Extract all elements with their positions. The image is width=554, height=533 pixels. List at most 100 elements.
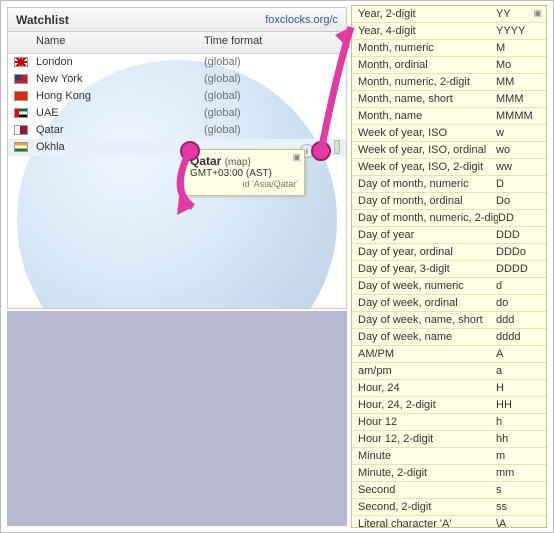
format-token-row[interactable]: Year, 2-digitYY (352, 6, 546, 23)
format-token-value: mm (496, 465, 546, 481)
format-token-row[interactable]: Day of week, namedddd (352, 329, 546, 346)
watchlist-row-hong-kong[interactable]: Hong Kong (global) (8, 88, 346, 105)
format-token-label: am/pm (352, 363, 496, 379)
format-token-row[interactable]: Week of year, ISO, 2-digitww (352, 159, 546, 176)
format-token-row[interactable]: Hour, 24, 2-digitHH (352, 397, 546, 414)
format-token-label: Literal character 'A' (352, 516, 496, 528)
drag-handle-icon[interactable] (334, 140, 340, 154)
format-token-value: DDDo (496, 244, 546, 260)
format-token-label: Month, numeric (352, 40, 496, 56)
format-token-row[interactable]: Day of month, ordinalDo (352, 193, 546, 210)
format-token-row[interactable]: Minute, 2-digitmm (352, 465, 546, 482)
format-token-row[interactable]: Minutem (352, 448, 546, 465)
format-token-value: \A (496, 516, 546, 528)
tooltip-title: Qatar (190, 154, 221, 168)
app-frame: Watchlist foxclocks.org/c Name Time form… (0, 0, 554, 533)
tooltip-timezone: GMT+03:00 (AST) (190, 168, 298, 179)
format-token-label: AM/PM (352, 346, 496, 362)
format-token-value: dddd (496, 329, 546, 345)
tooltip-map-link[interactable]: (map) (225, 157, 251, 168)
format-token-label: Hour 12 (352, 414, 496, 430)
format-token-label: Minute (352, 448, 496, 464)
format-token-panel[interactable]: ▣ Year, 2-digitYYYear, 4-digitYYYYMonth,… (351, 5, 547, 528)
format-token-row[interactable]: Year, 4-digitYYYY (352, 23, 546, 40)
format-token-value: ddd (496, 312, 546, 328)
format-token-row[interactable]: Hour 12h (352, 414, 546, 431)
format-token-row[interactable]: Day of month, numeric, 2-digitDD (352, 210, 546, 227)
format-token-row[interactable]: Second, 2-digitss (352, 499, 546, 516)
format-token-value: hh (496, 431, 546, 447)
watchlist-row-new-york[interactable]: New York (global) (8, 71, 346, 88)
watchlist-header: Watchlist foxclocks.org/c (8, 8, 346, 32)
flag-icon (14, 108, 28, 118)
format-token-row[interactable]: Month, ordinalMo (352, 57, 546, 74)
clock-icon[interactable]: ◷ (317, 144, 331, 158)
format-token-row[interactable]: Hour 12, 2-digithh (352, 431, 546, 448)
format-token-value: d (496, 278, 546, 294)
tooltip-tzid: id 'Asia/Qatar' (190, 179, 298, 189)
format-token-value: ww (496, 159, 546, 175)
format-token-row[interactable]: Month, numeric, 2-digitMM (352, 74, 546, 91)
row-format: (global) (204, 71, 241, 88)
row-name: Hong Kong (36, 88, 91, 105)
format-token-value: D (496, 176, 546, 192)
row-format: (global) (204, 88, 241, 105)
format-token-label: Hour, 24 (352, 380, 496, 396)
format-token-value: wo (496, 142, 546, 158)
watchlist-row-qatar[interactable]: Qatar (global) (8, 122, 346, 139)
pin-icon[interactable]: ▣ (533, 8, 542, 19)
format-token-value: Do (496, 193, 546, 209)
format-token-row[interactable]: Month, nameMMMM (352, 108, 546, 125)
format-token-label: Second, 2-digit (352, 499, 496, 515)
row-name: Qatar (36, 122, 64, 139)
format-token-value: YYYY (496, 23, 546, 39)
row-name: New York (36, 71, 82, 88)
row-format: (global) (204, 122, 241, 139)
format-token-value: DDD (496, 227, 546, 243)
format-token-row[interactable]: Month, name, shortMMM (352, 91, 546, 108)
format-token-row[interactable]: Week of year, ISO, ordinalwo (352, 142, 546, 159)
format-token-value: DD (498, 210, 546, 226)
format-token-label: Day of month, numeric (352, 176, 496, 192)
column-headers[interactable]: Name Time format (8, 32, 346, 54)
format-token-label: Day of year, ordinal (352, 244, 496, 260)
flag-icon (14, 57, 28, 67)
pin-icon[interactable]: ▣ (292, 152, 301, 163)
format-token-row[interactable]: Day of week, numericd (352, 278, 546, 295)
format-token-label: Hour, 24, 2-digit (352, 397, 496, 413)
column-timeformat[interactable]: Time format (204, 35, 262, 47)
format-token-value: m (496, 448, 546, 464)
format-token-row[interactable]: Week of year, ISOw (352, 125, 546, 142)
format-token-row[interactable]: Day of month, numericD (352, 176, 546, 193)
format-token-value: MMMM (496, 108, 546, 124)
format-token-row[interactable]: Day of year, 3-digitDDDD (352, 261, 546, 278)
format-token-row[interactable]: am/pma (352, 363, 546, 380)
format-token-row[interactable]: Hour, 24H (352, 380, 546, 397)
foxclocks-link[interactable]: foxclocks.org/c (265, 8, 338, 32)
format-token-row[interactable]: Day of week, name, shortddd (352, 312, 546, 329)
format-token-row[interactable]: Seconds (352, 482, 546, 499)
watchlist-row-uae[interactable]: UAE(global) (8, 105, 346, 122)
format-token-value: MMM (496, 91, 546, 107)
format-token-row[interactable]: Day of week, ordinaldo (352, 295, 546, 312)
watchlist-row-london[interactable]: London (global) (8, 54, 346, 71)
format-token-label: Day of month, ordinal (352, 193, 496, 209)
format-token-row[interactable]: Literal character 'A'\A (352, 516, 546, 528)
column-name[interactable]: Name (36, 35, 65, 47)
row-name: London (36, 54, 73, 71)
flag-icon (14, 125, 28, 135)
format-token-label: Day of week, ordinal (352, 295, 496, 311)
row-format: (global) (204, 105, 241, 122)
format-token-label: Month, name, short (352, 91, 496, 107)
format-token-value: HH (496, 397, 546, 413)
format-token-row[interactable]: Day of year, ordinalDDDo (352, 244, 546, 261)
format-token-row[interactable]: Month, numericM (352, 40, 546, 57)
format-token-label: Day of year (352, 227, 496, 243)
row-format: (global) (204, 54, 241, 71)
format-token-label: Minute, 2-digit (352, 465, 496, 481)
format-token-row[interactable]: AM/PMA (352, 346, 546, 363)
format-token-label: Hour 12, 2-digit (352, 431, 496, 447)
format-token-label: Month, name (352, 108, 496, 124)
flag-icon (14, 74, 28, 84)
format-token-row[interactable]: Day of yearDDD (352, 227, 546, 244)
